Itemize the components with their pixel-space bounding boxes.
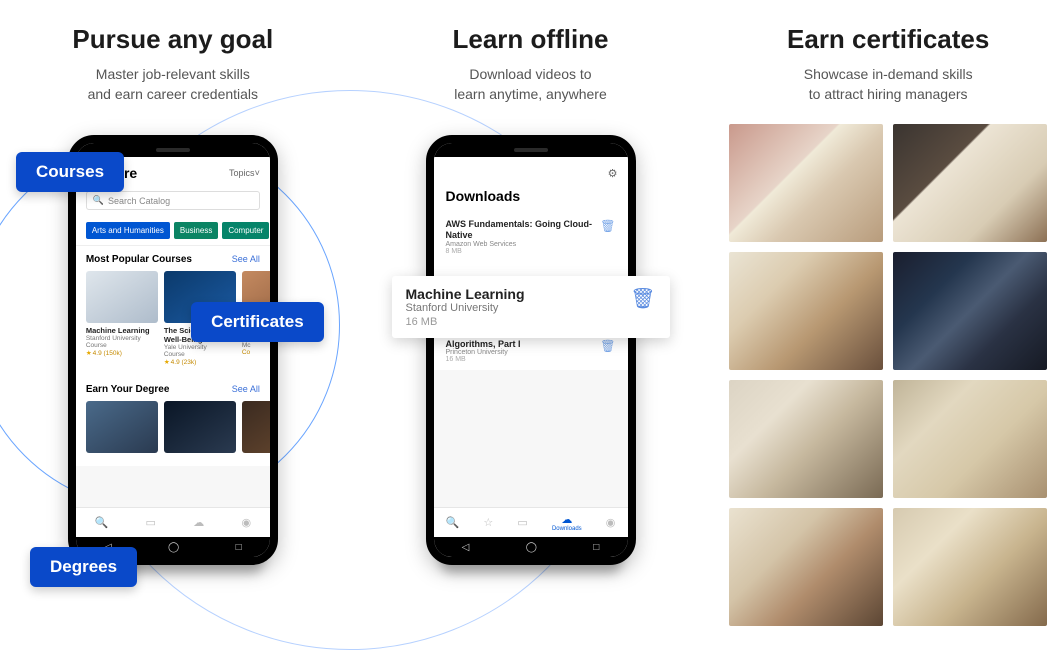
gear-icon[interactable]: ⚙ — [608, 167, 618, 180]
panel-earn-certificates: Earn certificates Showcase in-demand ski… — [715, 0, 1061, 609]
search-icon: 🔍 — [93, 195, 104, 206]
panel1-title: Pursue any goal — [0, 24, 346, 55]
chevron-down-icon: ˅ — [255, 168, 260, 178]
degree-thumbnail — [164, 401, 236, 453]
learner-photo — [893, 380, 1047, 498]
panel3-subtitle: Showcase in-demand skillsto attract hiri… — [715, 65, 1061, 104]
degree-thumbnail — [86, 401, 158, 453]
phone-screen: Explore Topics˅ 🔍 Search Catalog Arts an… — [76, 157, 270, 537]
degree-card[interactable] — [242, 401, 270, 456]
course-card[interactable]: Machine Learning Stanford University Cou… — [86, 271, 158, 366]
download-item-highlighted[interactable]: Machine Learning Stanford University 16 … — [392, 276, 670, 338]
course-thumbnail — [86, 271, 158, 323]
phone-mockup-downloads: ⚙ Downloads AWS Fundamentals: Going Clou… — [426, 135, 636, 565]
callout-degrees: Degrees — [30, 547, 137, 587]
learner-photo — [729, 380, 883, 498]
trash-icon[interactable]: 🗑 — [600, 339, 615, 353]
category-chip[interactable]: Computer — [222, 222, 269, 239]
bottom-tabbar: 🔍 ▭ ☁ ◉ — [76, 507, 270, 537]
phone-mockup-explore: Explore Topics˅ 🔍 Search Catalog Arts an… — [68, 135, 278, 565]
downloads-header: Downloads — [434, 186, 628, 212]
trash-icon[interactable]: 🗑 — [600, 219, 615, 233]
nav-recent-icon[interactable]: □ — [593, 542, 599, 553]
trash-icon[interactable]: 🗑 — [630, 286, 655, 311]
panel3-title: Earn certificates — [715, 24, 1061, 55]
tab-search-icon[interactable]: 🔍 — [446, 516, 460, 529]
topics-dropdown[interactable]: Topics˅ — [229, 168, 260, 178]
learner-photo — [893, 508, 1047, 626]
tab-learn-icon[interactable]: ▭ — [146, 516, 156, 529]
tab-downloads-icon[interactable]: ☁ — [552, 513, 582, 526]
tab-search-icon[interactable]: 🔍 — [94, 516, 108, 529]
panel2-title: Learn offline — [358, 24, 704, 55]
section-degree-title: Earn Your Degree — [86, 384, 170, 395]
degree-thumbnail — [242, 401, 270, 453]
phone-screen: ⚙ Downloads AWS Fundamentals: Going Clou… — [434, 157, 628, 537]
see-all-link[interactable]: See All — [232, 254, 260, 265]
panel-pursue-goal: Pursue any goal Master job-relevant skil… — [0, 0, 346, 609]
nav-home-icon[interactable]: ◯ — [168, 542, 179, 553]
callout-courses: Courses — [16, 152, 124, 192]
tab-downloads-icon[interactable]: ☁ — [193, 516, 204, 529]
tab-downloads-label: Downloads — [552, 526, 582, 532]
tab-profile-icon[interactable]: ◉ — [242, 516, 252, 529]
learner-photo — [893, 252, 1047, 370]
section-popular-title: Most Popular Courses — [86, 254, 192, 265]
nav-back-icon[interactable]: ◁ — [462, 542, 470, 553]
category-chip[interactable]: Business — [174, 222, 218, 239]
tab-star-icon[interactable]: ☆ — [483, 516, 493, 529]
callout-certificates: Certificates — [191, 302, 324, 342]
learner-photo — [893, 124, 1047, 242]
see-all-link[interactable]: See All — [232, 384, 260, 395]
search-input[interactable]: 🔍 Search Catalog — [86, 191, 260, 210]
tab-learn-icon[interactable]: ▭ — [517, 516, 527, 529]
learner-photo — [729, 252, 883, 370]
learner-photo — [729, 508, 883, 626]
tab-profile-icon[interactable]: ◉ — [606, 516, 616, 529]
degree-card[interactable] — [164, 401, 236, 456]
learner-photo — [729, 124, 883, 242]
nav-home-icon[interactable]: ◯ — [526, 542, 537, 553]
download-item[interactable]: AWS Fundamentals: Going Cloud-Native Ama… — [434, 212, 628, 262]
nav-recent-icon[interactable]: □ — [236, 542, 242, 553]
android-nav: ◁ ◯ □ — [434, 537, 628, 557]
phone-top-bar — [434, 143, 628, 157]
bottom-tabbar: 🔍 ☆ ▭ ☁ Downloads ◉ — [434, 507, 628, 537]
degree-card[interactable] — [86, 401, 158, 456]
certificate-photo-grid — [715, 124, 1061, 626]
category-chip[interactable]: Arts and Humanities — [86, 222, 170, 239]
